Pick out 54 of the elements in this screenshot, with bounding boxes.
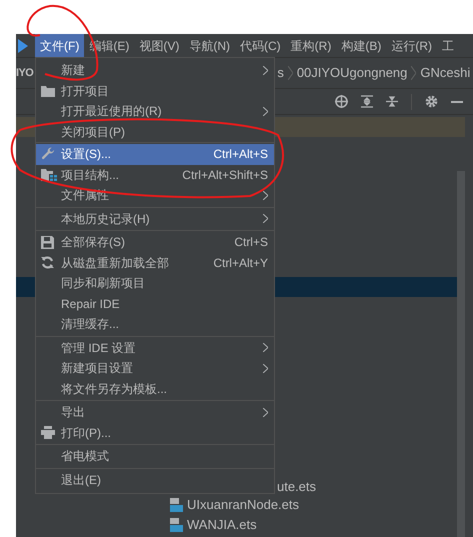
breadcrumb-item[interactable]: s xyxy=(277,63,284,83)
chevron-right-icon xyxy=(411,66,416,80)
menu-item[interactable]: 清理缓存... xyxy=(36,314,274,334)
menu-item[interactable]: 将文件另存为模板... xyxy=(36,378,274,399)
shortcut-label: Ctrl+Alt+S xyxy=(213,146,268,164)
shortcut-label: Ctrl+S xyxy=(234,234,268,252)
menu-bar-item[interactable]: 运行(R) xyxy=(386,34,438,57)
menu-item[interactable]: 打开最近使用的(R) xyxy=(36,101,274,122)
menu-item[interactable]: 退出(E) xyxy=(36,470,274,490)
breadcrumb-item[interactable]: 00JIYOUgongneng xyxy=(296,63,408,83)
wrench-icon xyxy=(41,147,55,162)
menu-item[interactable]: 同步和刷新项目 xyxy=(36,273,274,294)
crosshair-icon[interactable] xyxy=(335,95,348,108)
app-logo-icon xyxy=(18,38,28,52)
menu-item[interactable]: 从磁盘重新加载全部 Ctrl+Alt+Y xyxy=(36,252,274,273)
shortcut-label: Ctrl+Alt+Shift+S xyxy=(182,166,268,184)
expand-all-icon[interactable] xyxy=(361,95,373,108)
chevron-right-icon xyxy=(288,66,293,80)
folder-grid-icon xyxy=(41,168,57,182)
menu-bar-item[interactable]: 导航(N) xyxy=(184,34,235,57)
menu-item[interactable]: 项目结构... Ctrl+Alt+Shift+S xyxy=(36,164,274,185)
menu-item[interactable]: 本地历史记录(H) xyxy=(36,208,274,229)
tree-item[interactable]: WANJIA.ets xyxy=(187,515,257,535)
breadcrumb-item[interactable]: IYO xyxy=(16,64,34,82)
menu-item[interactable]: 打开项目 xyxy=(36,80,274,101)
menu-item[interactable]: 新建 xyxy=(36,60,274,80)
menu-item[interactable]: 设置(S)... Ctrl+Alt+S xyxy=(36,144,274,164)
folder-icon xyxy=(41,84,55,97)
menu-bar-item[interactable]: 重构(R) xyxy=(286,34,336,57)
menu-bar-item[interactable]: 代码(C) xyxy=(235,34,286,57)
menu-item[interactable]: 管理 IDE 设置 xyxy=(36,338,274,358)
menu-item[interactable]: 省电模式 xyxy=(36,446,274,466)
menu-item[interactable]: 新建项目设置 xyxy=(36,358,274,378)
file-icon xyxy=(170,518,183,532)
tree-item[interactable]: ute.ets xyxy=(277,477,316,496)
menu-item[interactable]: 关闭项目(P) xyxy=(36,122,274,142)
menu-bar-item[interactable]: 构建(B) xyxy=(336,34,386,57)
settings-icon[interactable] xyxy=(425,95,438,108)
scrollbar-thumb[interactable] xyxy=(457,171,465,537)
menu-item[interactable]: 打印(P)... xyxy=(36,422,274,443)
menu-item[interactable]: 导出 xyxy=(36,402,274,422)
refresh-icon xyxy=(41,256,54,270)
collapse-all-icon[interactable] xyxy=(386,95,398,108)
minimize-icon[interactable] xyxy=(451,100,463,102)
tree-item[interactable]: UIxuanranNode.ets xyxy=(187,495,300,515)
shortcut-label: Ctrl+Alt+Y xyxy=(213,254,268,272)
menu-bar-item[interactable]: 文件(F) xyxy=(35,34,84,57)
menu-bar-item[interactable]: 工 xyxy=(437,34,460,57)
printer-icon xyxy=(41,426,55,440)
menu-bar-item[interactable]: 视图(V) xyxy=(134,34,184,57)
menu-item[interactable]: 全部保存(S) Ctrl+S xyxy=(36,232,274,252)
file-icon xyxy=(170,498,183,512)
breadcrumb-item[interactable]: GNceshi xyxy=(420,63,470,83)
menu-item[interactable]: Repair IDE xyxy=(36,294,274,314)
